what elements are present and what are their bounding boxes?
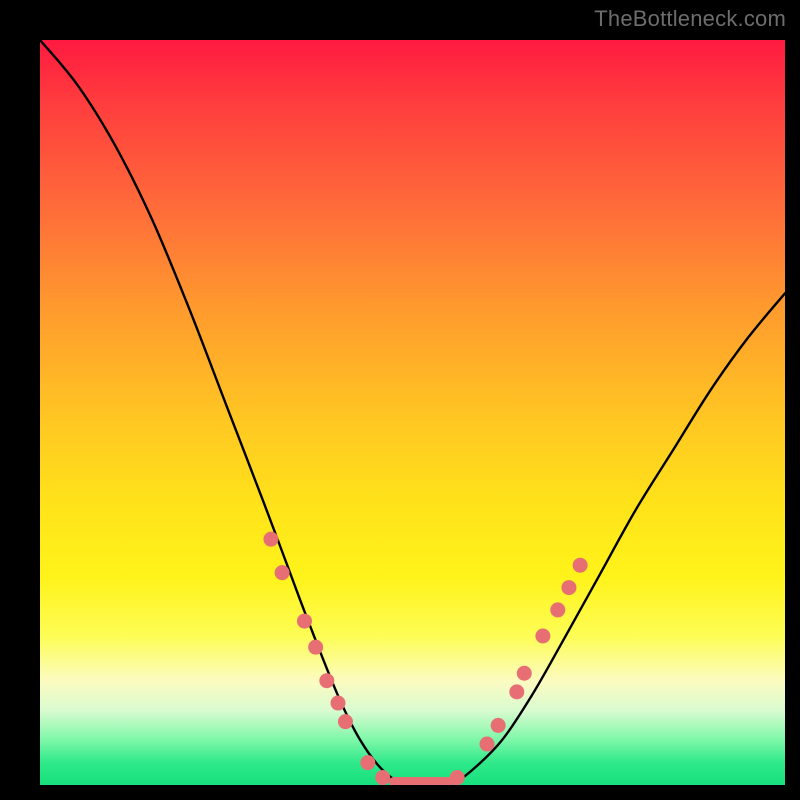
marker-dot xyxy=(509,684,524,699)
marker-dot xyxy=(263,532,278,547)
bottleneck-curve xyxy=(40,40,785,785)
plot-area xyxy=(40,40,785,785)
chart-frame: TheBottleneck.com xyxy=(0,0,800,800)
marker-dot xyxy=(275,565,290,580)
chart-svg xyxy=(40,40,785,785)
marker-dot xyxy=(491,718,506,733)
marker-dot xyxy=(319,673,334,688)
marker-dot xyxy=(550,602,565,617)
watermark-label: TheBottleneck.com xyxy=(594,6,786,32)
marker-dot xyxy=(535,629,550,644)
marker-dot xyxy=(297,614,312,629)
marker-dot xyxy=(573,558,588,573)
marker-dot xyxy=(338,714,353,729)
marker-dot xyxy=(450,770,465,785)
marker-dots xyxy=(263,532,587,785)
marker-dot xyxy=(331,696,346,711)
marker-dot xyxy=(308,640,323,655)
marker-dot xyxy=(517,666,532,681)
marker-dot xyxy=(480,737,495,752)
marker-dot xyxy=(360,755,375,770)
marker-dot xyxy=(561,580,576,595)
marker-dot xyxy=(375,770,390,785)
